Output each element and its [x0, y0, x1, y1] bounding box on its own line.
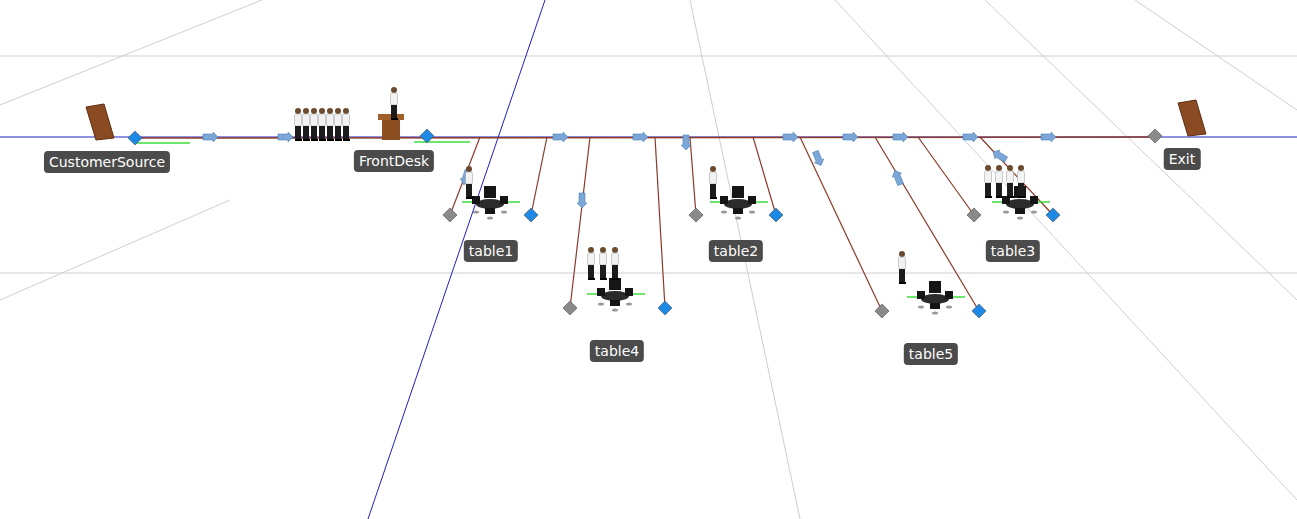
node-label[interactable]: table5	[904, 343, 958, 365]
flow-arrow-icon	[890, 169, 905, 187]
person-icon	[319, 108, 327, 141]
flow-arrow-icon	[843, 132, 858, 142]
person-icon	[295, 108, 303, 141]
sink-node[interactable]	[1178, 100, 1206, 136]
port-icon[interactable]	[420, 129, 434, 143]
node-label[interactable]: table1	[464, 240, 518, 262]
port-icon[interactable]	[1046, 208, 1060, 222]
person-icon	[466, 166, 474, 199]
source-node[interactable]	[86, 104, 114, 140]
table-node[interactable]	[587, 247, 645, 312]
node-label[interactable]: FrontDesk	[354, 150, 434, 172]
flow-arrow-icon	[681, 135, 691, 150]
port-icon[interactable]	[443, 208, 457, 222]
flow-arrow-icon	[811, 150, 826, 168]
person-icon	[1007, 165, 1015, 198]
person-icon	[303, 108, 311, 141]
door-icon	[1178, 100, 1206, 136]
port-icon[interactable]	[563, 301, 577, 315]
flow-arrow-icon	[991, 148, 1009, 164]
person-icon	[710, 166, 718, 199]
node-label[interactable]: table4	[590, 340, 644, 362]
port-icon[interactable]	[967, 208, 981, 222]
door-icon	[86, 104, 114, 140]
table-set-icon	[710, 186, 768, 220]
node-label[interactable]: Exit	[1164, 148, 1201, 170]
port-icon[interactable]	[769, 208, 783, 222]
person-icon	[985, 165, 993, 198]
flow-arrow-icon	[633, 132, 648, 142]
flow-arrow-icon	[577, 193, 587, 208]
person-icon	[600, 247, 608, 280]
flow-arrow-icon	[783, 132, 798, 142]
table-node[interactable]	[710, 166, 769, 220]
port-icon[interactable]	[689, 208, 703, 222]
person-icon	[391, 87, 399, 120]
scene-grid[interactable]	[0, 0, 1297, 519]
person-icon	[335, 108, 343, 141]
flow-arrow-icon	[278, 132, 293, 142]
flow-arrow-icon	[1041, 132, 1056, 142]
node-label[interactable]: CustomerSource	[44, 151, 170, 173]
port-icon[interactable]	[972, 304, 986, 318]
person-icon	[311, 108, 319, 141]
person-icon	[1018, 165, 1026, 198]
queue-node[interactable]	[295, 87, 405, 141]
table-node[interactable]	[462, 166, 520, 220]
flow-arrow-icon	[963, 132, 978, 142]
port-icon[interactable]	[524, 208, 538, 222]
person-icon	[996, 165, 1004, 198]
flow-arrow-icon	[553, 132, 568, 142]
table-node[interactable]	[899, 251, 966, 315]
table-node[interactable]	[985, 165, 1051, 220]
flow-arrow-icon	[893, 132, 908, 142]
person-icon	[343, 108, 351, 141]
node-label[interactable]: table3	[986, 240, 1040, 262]
person-icon	[612, 247, 620, 280]
node-label[interactable]: table2	[709, 240, 763, 262]
table-set-icon	[907, 281, 965, 315]
person-icon	[588, 247, 596, 280]
flow-arrow-icon	[203, 132, 218, 142]
person-icon	[899, 251, 907, 284]
port-icon[interactable]	[875, 304, 889, 318]
person-icon	[327, 108, 335, 141]
model-view[interactable]: CustomerSource FrontDesk table1 table4 table…	[0, 0, 1297, 519]
port-icon[interactable]	[128, 131, 142, 145]
port-icon[interactable]	[1148, 129, 1162, 143]
table-set-icon	[587, 278, 645, 312]
port-icon[interactable]	[658, 301, 672, 315]
